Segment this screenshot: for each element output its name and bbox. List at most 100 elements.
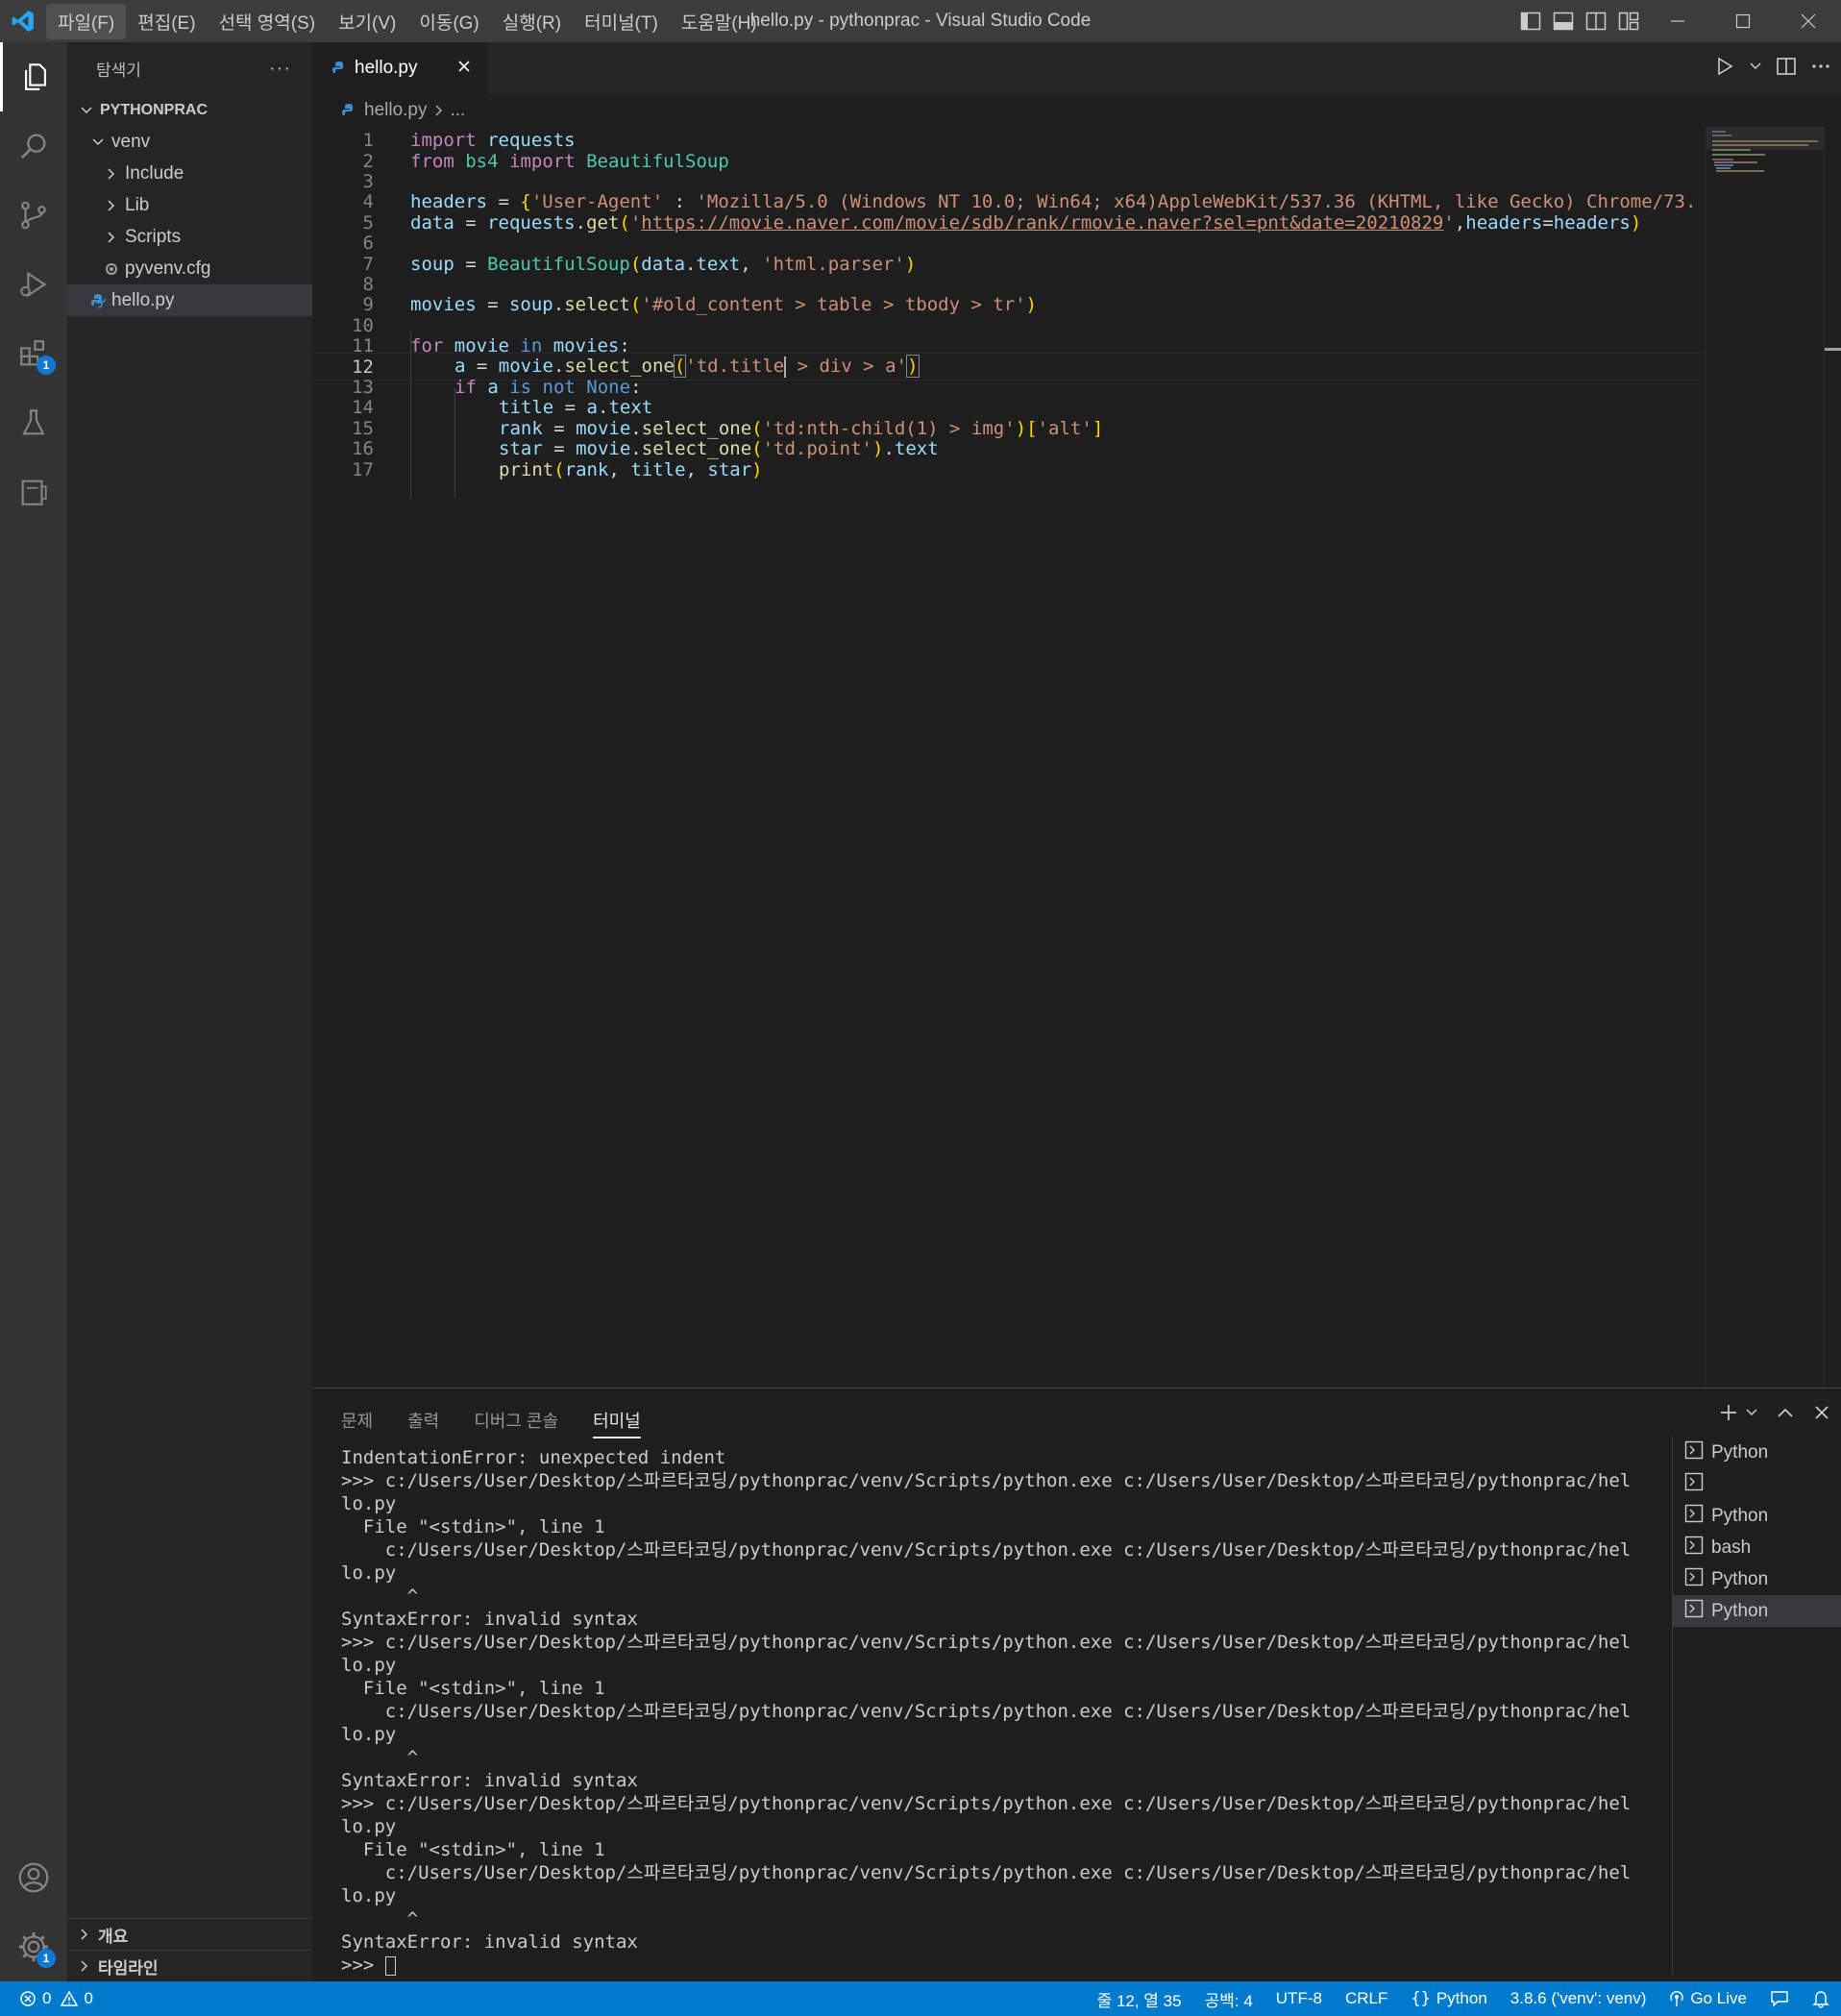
chevron-right-icon	[75, 1928, 94, 1941]
toggle-secondary-sidebar-icon[interactable]	[1580, 0, 1612, 42]
problems-status[interactable]: 0 0	[0, 1989, 93, 2008]
tab-output[interactable]: 출력	[407, 1408, 439, 1438]
terminal-line: >>> c:/Users/User/Desktop/스파르타코딩/pythonp…	[341, 1632, 1632, 1653]
close-tab-icon[interactable]	[454, 57, 474, 82]
python-interpreter[interactable]: 3.8.6 ('venv': venv)	[1510, 1989, 1647, 2008]
tree-item-hello-py[interactable]: hello.py	[67, 284, 312, 316]
terminal-line: ^	[341, 1908, 419, 1930]
settings-file-icon	[102, 261, 121, 277]
tree-item-include[interactable]: Include	[67, 158, 312, 189]
chevron-down-icon[interactable]	[1745, 1406, 1758, 1424]
split-editor-icon[interactable]	[1776, 56, 1797, 82]
code-text: print(rank, title, star)	[499, 458, 763, 480]
terminal-item-active[interactable]: Python	[1673, 1595, 1841, 1627]
project-folder[interactable]: PYTHONPRAC	[67, 94, 312, 126]
sidebar-more-button[interactable]: ···	[269, 58, 291, 80]
run-debug-icon[interactable]	[0, 250, 67, 319]
terminal-line: >>> c:/Users/User/Desktop/스파르타코딩/pythonp…	[341, 1793, 1632, 1814]
tab-hello-py[interactable]: hello.py	[312, 42, 487, 94]
indentation[interactable]: 공백: 4	[1205, 1987, 1253, 2011]
close-panel-icon[interactable]	[1812, 1403, 1831, 1427]
minimap-line	[1712, 144, 1808, 146]
python-file-icon	[331, 61, 347, 76]
toggle-primary-sidebar-icon[interactable]	[1514, 0, 1547, 42]
terminal-prompt-line[interactable]: >>>	[341, 1954, 1841, 1977]
menu-help[interactable]: 도움말(H)	[670, 4, 769, 39]
tree-item-scripts[interactable]: Scripts	[67, 221, 312, 253]
terminal-item[interactable]: Python	[1673, 1500, 1841, 1532]
timeline-label: 타임라인	[98, 1958, 159, 1978]
tree-item-pyvenv[interactable]: pyvenv.cfg	[67, 253, 312, 284]
go-live[interactable]: Go Live	[1669, 1989, 1747, 2008]
tab-debug-console[interactable]: 디버그 콘솔	[474, 1408, 558, 1438]
breadcrumb-symbol[interactable]: ...	[451, 100, 466, 121]
terminal-line: ^	[341, 1586, 419, 1607]
tab-problems[interactable]: 문제	[341, 1408, 373, 1438]
minimap[interactable]	[1706, 127, 1825, 1388]
maximize-panel-icon[interactable]	[1776, 1403, 1795, 1427]
terminal-item[interactable]: bash	[1673, 1532, 1841, 1563]
menu-view[interactable]: 보기(V)	[327, 4, 407, 39]
chevron-right-icon	[75, 1959, 94, 1973]
braces-icon: {}	[1411, 1989, 1431, 2008]
settings-badge: 1	[37, 1949, 56, 1968]
minimap-line	[1714, 164, 1733, 166]
extensions-icon[interactable]: 1	[0, 319, 67, 388]
code-editor[interactable]: 1 import requests 2 from bs4 import Beau…	[312, 127, 1706, 1388]
explorer-sidebar: 탐색기 ··· PYTHONPRAC venv Include Lib Scri…	[67, 42, 312, 1981]
terminal-line: lo.py	[341, 1655, 397, 1676]
terminal-item[interactable]: Python	[1673, 1563, 1841, 1595]
close-window-icon[interactable]	[1776, 0, 1841, 42]
terminal-item[interactable]: Python	[1673, 1437, 1841, 1468]
menu-go[interactable]: 이동(G)	[407, 4, 490, 39]
new-terminal-icon[interactable]	[1718, 1402, 1739, 1428]
chevron-down-icon[interactable]	[1749, 60, 1762, 78]
explorer-icon[interactable]	[0, 42, 67, 111]
menu-file[interactable]: 파일(F)	[46, 3, 127, 39]
terminal-line: ^	[341, 1747, 419, 1768]
run-python-file-icon[interactable]	[1714, 56, 1735, 82]
terminal-line: lo.py	[341, 1493, 397, 1514]
accounts-icon[interactable]	[0, 1843, 67, 1912]
menu-edit[interactable]: 편집(E)	[126, 4, 207, 39]
source-control-icon[interactable]	[0, 181, 67, 250]
sidebar-header: 탐색기 ···	[67, 42, 312, 94]
cursor-position[interactable]: 줄 12, 열 35	[1097, 1987, 1182, 2011]
encoding[interactable]: UTF-8	[1276, 1989, 1322, 2008]
terminal-item[interactable]	[1673, 1468, 1841, 1500]
title-bar: 파일(F) 편집(E) 선택 영역(S) 보기(V) 이동(G) 실행(R) 터…	[0, 0, 1841, 42]
minimize-icon[interactable]	[1645, 0, 1710, 42]
notifications-bell-icon[interactable]	[1812, 1989, 1829, 2008]
outline-label: 개요	[98, 1927, 129, 1946]
terminal-line: SyntaxError: invalid syntax	[341, 1931, 638, 1953]
tab-terminal[interactable]: 터미널	[593, 1408, 641, 1438]
language-mode[interactable]: {} Python	[1411, 1989, 1486, 2008]
minimap-line	[1712, 140, 1818, 142]
breadcrumb-file[interactable]: hello.py	[364, 100, 428, 121]
maximize-icon[interactable]	[1710, 0, 1776, 42]
customize-layout-icon[interactable]	[1612, 0, 1645, 42]
remote-explorer-icon[interactable]	[0, 457, 67, 527]
menu-terminal[interactable]: 터미널(T)	[573, 4, 670, 39]
toggle-panel-icon[interactable]	[1547, 0, 1580, 42]
bottom-panel: 문제 출력 디버그 콘솔 터미널 IndentationError: unexp…	[312, 1388, 1841, 1981]
menu-selection[interactable]: 선택 영역(S)	[208, 4, 328, 39]
tree-item-lib[interactable]: Lib	[67, 189, 312, 221]
more-actions-icon[interactable]	[1810, 56, 1831, 82]
terminal-line: File "<stdin>", line 1	[341, 1839, 605, 1860]
terminal-icon	[1684, 1536, 1704, 1561]
menu-run[interactable]: 실행(R)	[491, 4, 573, 39]
outline-section[interactable]: 개요	[67, 1918, 312, 1950]
terminal-output[interactable]: IndentationError: unexpected indent >>> …	[341, 1446, 1841, 1977]
editor-scrollbar[interactable]	[1824, 127, 1841, 1388]
end-of-line[interactable]: CRLF	[1345, 1989, 1387, 2008]
feedback-icon[interactable]	[1770, 1990, 1789, 2007]
terminal-line: c:/Users/User/Desktop/스파르타코딩/pythonprac/…	[341, 1701, 1632, 1722]
tree-item-venv[interactable]: venv	[67, 126, 312, 158]
testing-icon[interactable]	[0, 388, 67, 457]
timeline-section[interactable]: 타임라인	[67, 1950, 312, 1981]
search-icon[interactable]	[0, 111, 67, 181]
chevron-right-icon	[433, 104, 445, 117]
manage-gear-icon[interactable]: 1	[0, 1912, 67, 1981]
broadcast-icon	[1669, 1990, 1684, 2007]
